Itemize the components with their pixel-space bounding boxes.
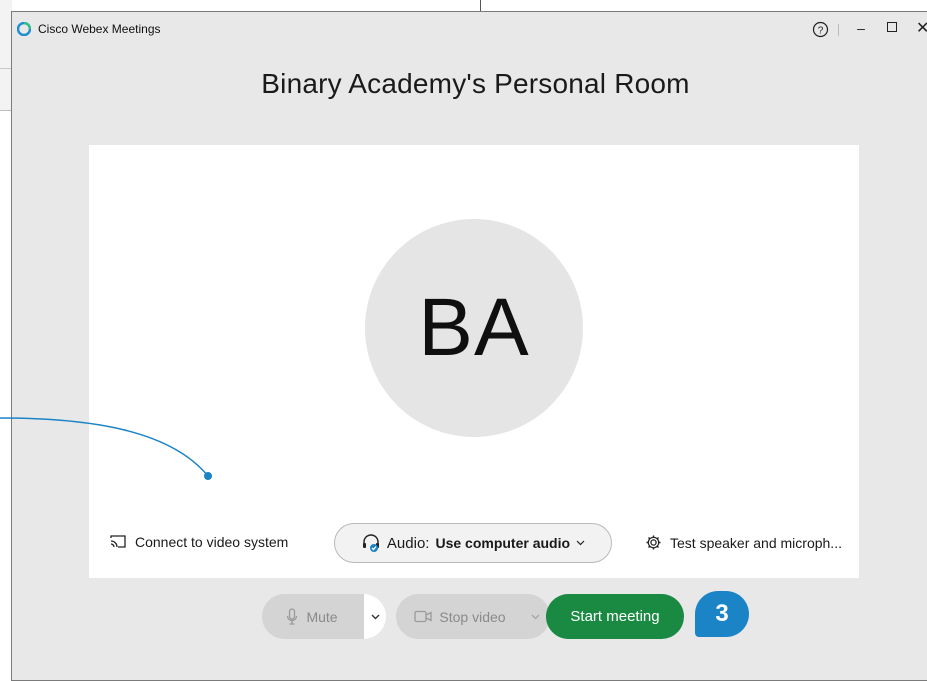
start-meeting-button[interactable]: Start meeting	[546, 594, 684, 639]
connect-video-system-button[interactable]: Connect to video system	[109, 534, 288, 550]
mute-button[interactable]: Mute	[262, 594, 362, 639]
help-icon[interactable]: ?	[812, 21, 829, 38]
mic-icon	[287, 607, 298, 625]
gear-icon	[646, 535, 661, 550]
chevron-down-icon	[576, 540, 585, 546]
cast-icon	[110, 535, 126, 548]
test-speaker-button[interactable]: Test speaker and microph...	[645, 534, 842, 551]
title-separator	[838, 24, 839, 36]
title-bar: Cisco Webex Meetings ? – ✕	[12, 12, 927, 46]
test-speaker-label: Test speaker and microph...	[670, 534, 842, 551]
video-options-button[interactable]	[524, 594, 546, 639]
svg-text:?: ?	[818, 25, 824, 36]
connect-label: Connect to video system	[135, 534, 289, 550]
preview-panel: BA Connect to video system Audio: Use co…	[89, 145, 859, 578]
step-number-badge: 3	[695, 591, 749, 637]
audio-dropdown[interactable]: Audio: Use computer audio	[334, 523, 612, 563]
stop-video-button[interactable]: Stop video	[396, 594, 524, 639]
audio-prefix: Audio:	[386, 534, 430, 552]
video-control-group: Stop video	[396, 594, 550, 639]
mute-options-button[interactable]	[364, 594, 386, 639]
maximize-button[interactable]	[887, 22, 897, 32]
video-camera-icon	[414, 610, 433, 623]
chevron-down-icon	[371, 614, 379, 619]
stop-video-label: Stop video	[439, 608, 506, 625]
minimize-button[interactable]: –	[854, 20, 868, 38]
app-title: Cisco Webex Meetings	[38, 22, 161, 36]
room-title: Binary Academy's Personal Room	[261, 68, 690, 99]
audio-value: Use computer audio	[435, 535, 571, 551]
mute-control-group: Mute	[262, 594, 386, 639]
close-button[interactable]: ✕	[916, 18, 927, 38]
headset-icon	[362, 534, 379, 552]
mute-label: Mute	[306, 608, 338, 625]
webex-logo-icon	[17, 22, 31, 36]
avatar: BA	[365, 219, 583, 437]
chevron-down-icon	[531, 614, 539, 619]
